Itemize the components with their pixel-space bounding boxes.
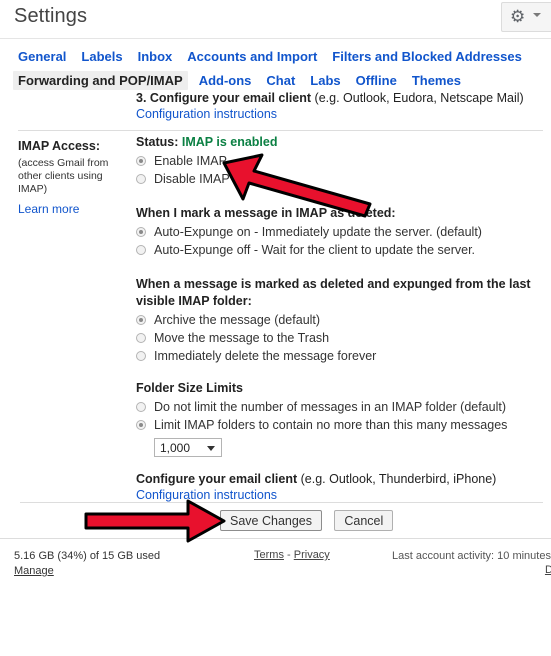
radio-icon[interactable] xyxy=(136,245,146,255)
expunge-group-title: When I mark a message in IMAP as deleted… xyxy=(136,206,396,220)
radio-label: Do not limit the number of messages in a… xyxy=(154,400,507,414)
tab-themes[interactable]: Themes xyxy=(412,73,461,88)
imap-folder-deletion-group: When a message is marked as deleted and … xyxy=(136,277,546,365)
last-account-activity: Last account activity: 10 minutes xyxy=(392,550,551,562)
folder-size-limit-value: 1,000 xyxy=(160,441,191,455)
tab-labels[interactable]: Labels xyxy=(81,49,122,64)
imap-folder-size-group: Folder Size Limits Do not limit the numb… xyxy=(136,381,546,457)
imap-access-description: (access Gmail from other clients using I… xyxy=(18,157,109,195)
folder-deletion-title-line1: When a message is marked as deleted and … xyxy=(136,277,531,291)
chevron-down-icon xyxy=(207,446,215,451)
settings-tabs: General Labels Inbox Accounts and Import Fil… xyxy=(0,39,551,91)
radio-label: Move the message to the Trash xyxy=(154,331,330,345)
folder-size-title: Folder Size Limits xyxy=(136,381,243,395)
tab-row-primary: General Labels Inbox Accounts and Import Fil… xyxy=(18,49,537,64)
imap-access-title: IMAP Access: xyxy=(18,139,100,153)
gear-icon: ⚙ xyxy=(510,7,526,26)
radio-label: Enable IMAP xyxy=(154,154,227,168)
tab-row-secondary: Forwarding and POP/IMAP Add-ons Chat Labs Of… xyxy=(13,71,476,90)
action-buttons: Save Changes Cancel xyxy=(220,510,394,531)
radio-label: Auto-Expunge off - Wait for the client t… xyxy=(154,243,476,257)
cancel-button[interactable]: Cancel xyxy=(334,510,394,531)
radio-label: Immediately delete the message forever xyxy=(154,349,377,363)
pop-configuration-instructions-link[interactable]: Configuration instructions xyxy=(136,107,277,121)
radio-icon[interactable] xyxy=(136,156,146,166)
tab-accounts-and-import[interactable]: Accounts and Import xyxy=(187,49,317,64)
tab-add-ons[interactable]: Add-ons xyxy=(199,73,252,88)
imap-expunge-group: When I mark a message in IMAP as deleted… xyxy=(136,206,546,259)
section-divider-bottom xyxy=(20,502,543,503)
terms-link[interactable]: Terms xyxy=(254,549,284,561)
imap-access-label-column: IMAP Access: (access Gmail from other cl… xyxy=(18,139,128,216)
learn-more-link[interactable]: Learn more xyxy=(18,202,128,216)
page-title: Settings xyxy=(14,5,88,27)
radio-no-folder-limit[interactable]: Do not limit the number of messages in a… xyxy=(136,398,546,416)
radio-label: Archive the message (default) xyxy=(154,313,321,327)
radio-icon[interactable] xyxy=(136,402,146,412)
terms-privacy-separator: - xyxy=(287,549,291,561)
radio-label: Limit IMAP folders to contain no more th… xyxy=(154,418,508,432)
radio-auto-expunge-off[interactable]: Auto-Expunge off - Wait for the client t… xyxy=(136,241,546,259)
save-changes-button[interactable]: Save Changes xyxy=(220,510,323,531)
imap-enable-group: Enable IMAP Disable IMAP xyxy=(136,152,546,188)
settings-content: 3. Configure your email client (e.g. Out… xyxy=(0,91,551,535)
status-badge: IMAP is enabled xyxy=(181,135,278,149)
pop-configure-heading-plain: (e.g. Outlook, Eudora, Netscape Mail) xyxy=(314,91,524,105)
radio-icon[interactable] xyxy=(136,420,146,430)
imap-status-line: Status: IMAP is enabled xyxy=(136,135,546,149)
radio-label: Auto-Expunge on - Immediately update the… xyxy=(154,225,482,239)
radio-icon[interactable] xyxy=(136,333,146,343)
radio-icon[interactable] xyxy=(136,174,146,184)
tab-chat[interactable]: Chat xyxy=(266,73,295,88)
radio-icon[interactable] xyxy=(136,315,146,325)
pop-configure-heading: 3. Configure your email client (e.g. Out… xyxy=(136,91,524,105)
folder-size-limit-select[interactable]: 1,000 xyxy=(154,438,222,457)
tab-filters-and-blocked-addresses[interactable]: Filters and Blocked Addresses xyxy=(332,49,522,64)
radio-auto-expunge-on[interactable]: Auto-Expunge on - Immediately update the… xyxy=(136,223,546,241)
app-header: Settings ⚙ xyxy=(0,0,551,39)
storage-usage-text: 5.16 GB (34%) of 15 GB used xyxy=(14,550,161,562)
radio-label: Disable IMAP xyxy=(154,172,230,186)
imap-options-column: Status: IMAP is enabled Enable IMAP Disa… xyxy=(136,135,546,503)
tab-inbox[interactable]: Inbox xyxy=(138,49,173,64)
radio-archive-message[interactable]: Archive the message (default) xyxy=(136,311,546,329)
tab-general[interactable]: General xyxy=(18,49,66,64)
folder-deletion-title-line2: visible IMAP folder: xyxy=(136,294,252,308)
radio-move-to-trash[interactable]: Move the message to the Trash xyxy=(136,329,546,347)
radio-icon[interactable] xyxy=(136,351,146,361)
section-divider-top xyxy=(18,130,543,131)
pop-configure-heading-bold: 3. Configure your email client xyxy=(136,91,312,105)
storage-usage: 5.16 GB (34%) of 15 GB used Manage xyxy=(14,549,160,579)
radio-delete-forever[interactable]: Immediately delete the message forever xyxy=(136,347,546,365)
privacy-link[interactable]: Privacy xyxy=(294,549,330,561)
tab-forwarding-and-pop-imap[interactable]: Forwarding and POP/IMAP xyxy=(13,71,188,90)
page-footer: 5.16 GB (34%) of 15 GB used Manage Terms… xyxy=(0,538,551,656)
terms-privacy: Terms - Privacy xyxy=(254,549,330,561)
radio-icon[interactable] xyxy=(136,227,146,237)
imap-configure-heading-plain: (e.g. Outlook, Thunderbird, iPhone) xyxy=(300,472,497,486)
radio-enable-imap[interactable]: Enable IMAP xyxy=(136,152,546,170)
radio-limit-folder-size[interactable]: Limit IMAP folders to contain no more th… xyxy=(136,416,546,434)
manage-storage-link[interactable]: Manage xyxy=(14,564,160,579)
tab-labs[interactable]: Labs xyxy=(310,73,340,88)
imap-status-label: Status: xyxy=(136,135,179,149)
imap-configure-heading-bold: Configure your email client xyxy=(136,472,298,486)
chevron-down-icon xyxy=(533,13,541,17)
tab-offline[interactable]: Offline xyxy=(356,73,397,88)
settings-gear-button[interactable]: ⚙ xyxy=(501,2,551,32)
radio-disable-imap[interactable]: Disable IMAP xyxy=(136,170,546,188)
imap-configure-heading: Configure your email client (e.g. Outloo… xyxy=(136,471,546,487)
imap-configuration-instructions-link[interactable]: Configuration instructions xyxy=(136,487,546,503)
account-activity-details-link[interactable]: De xyxy=(545,564,551,576)
